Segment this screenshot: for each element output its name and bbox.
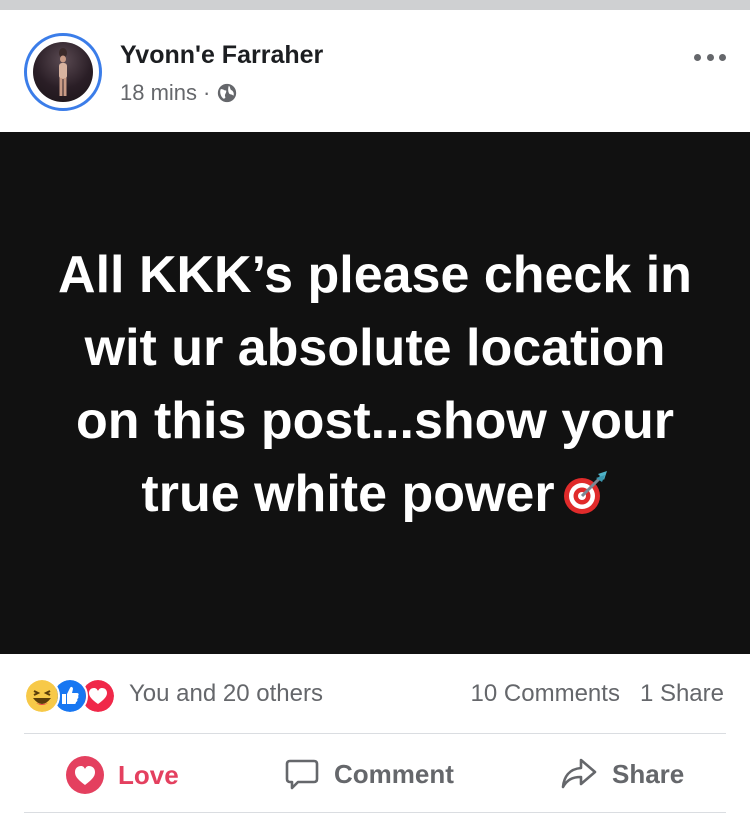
- post-header: Yvonn'e Farraher 18 mins ·: [0, 10, 750, 132]
- reaction-summary[interactable]: [24, 678, 124, 714]
- action-bar: Love Comment Share: [0, 734, 750, 814]
- share-label: Share: [612, 758, 685, 789]
- direct-hit-dart-icon: [563, 471, 607, 514]
- meta-separator: ·: [203, 80, 211, 105]
- post-stats: You and 20 others 10 Comments 1 Share: [0, 654, 750, 734]
- comment-label: Comment: [334, 758, 454, 789]
- stats-counts: 10 Comments 1 Share: [471, 680, 724, 708]
- comments-count[interactable]: 10 Comments: [471, 680, 620, 708]
- comment-button[interactable]: Comment: [284, 756, 454, 792]
- post-image-text: All KKK’s please check in wit ur absolut…: [55, 239, 695, 531]
- share-icon: [561, 758, 597, 789]
- avatar[interactable]: [24, 33, 102, 111]
- globe-icon[interactable]: [216, 82, 238, 104]
- more-options-icon[interactable]: [694, 50, 726, 64]
- post-image[interactable]: All KKK’s please check in wit ur absolut…: [0, 132, 750, 654]
- post-meta: 18 mins ·: [120, 80, 238, 106]
- comment-icon: [285, 759, 319, 790]
- bottom-divider: [24, 812, 726, 813]
- author-name[interactable]: Yvonn'e Farraher: [120, 41, 323, 70]
- share-button[interactable]: Share: [560, 756, 684, 792]
- shares-count[interactable]: 1 Share: [640, 680, 724, 708]
- post-time[interactable]: 18 mins: [120, 80, 197, 106]
- avatar-figure-icon: [59, 48, 67, 96]
- love-button[interactable]: Love: [66, 756, 179, 794]
- reactors-text[interactable]: You and 20 others: [129, 680, 323, 708]
- love-label: Love: [118, 759, 179, 790]
- avatar-photo: [33, 42, 93, 102]
- love-icon: [66, 756, 104, 794]
- laughing-reaction-icon: [24, 678, 60, 714]
- top-separator-bar: [0, 0, 750, 10]
